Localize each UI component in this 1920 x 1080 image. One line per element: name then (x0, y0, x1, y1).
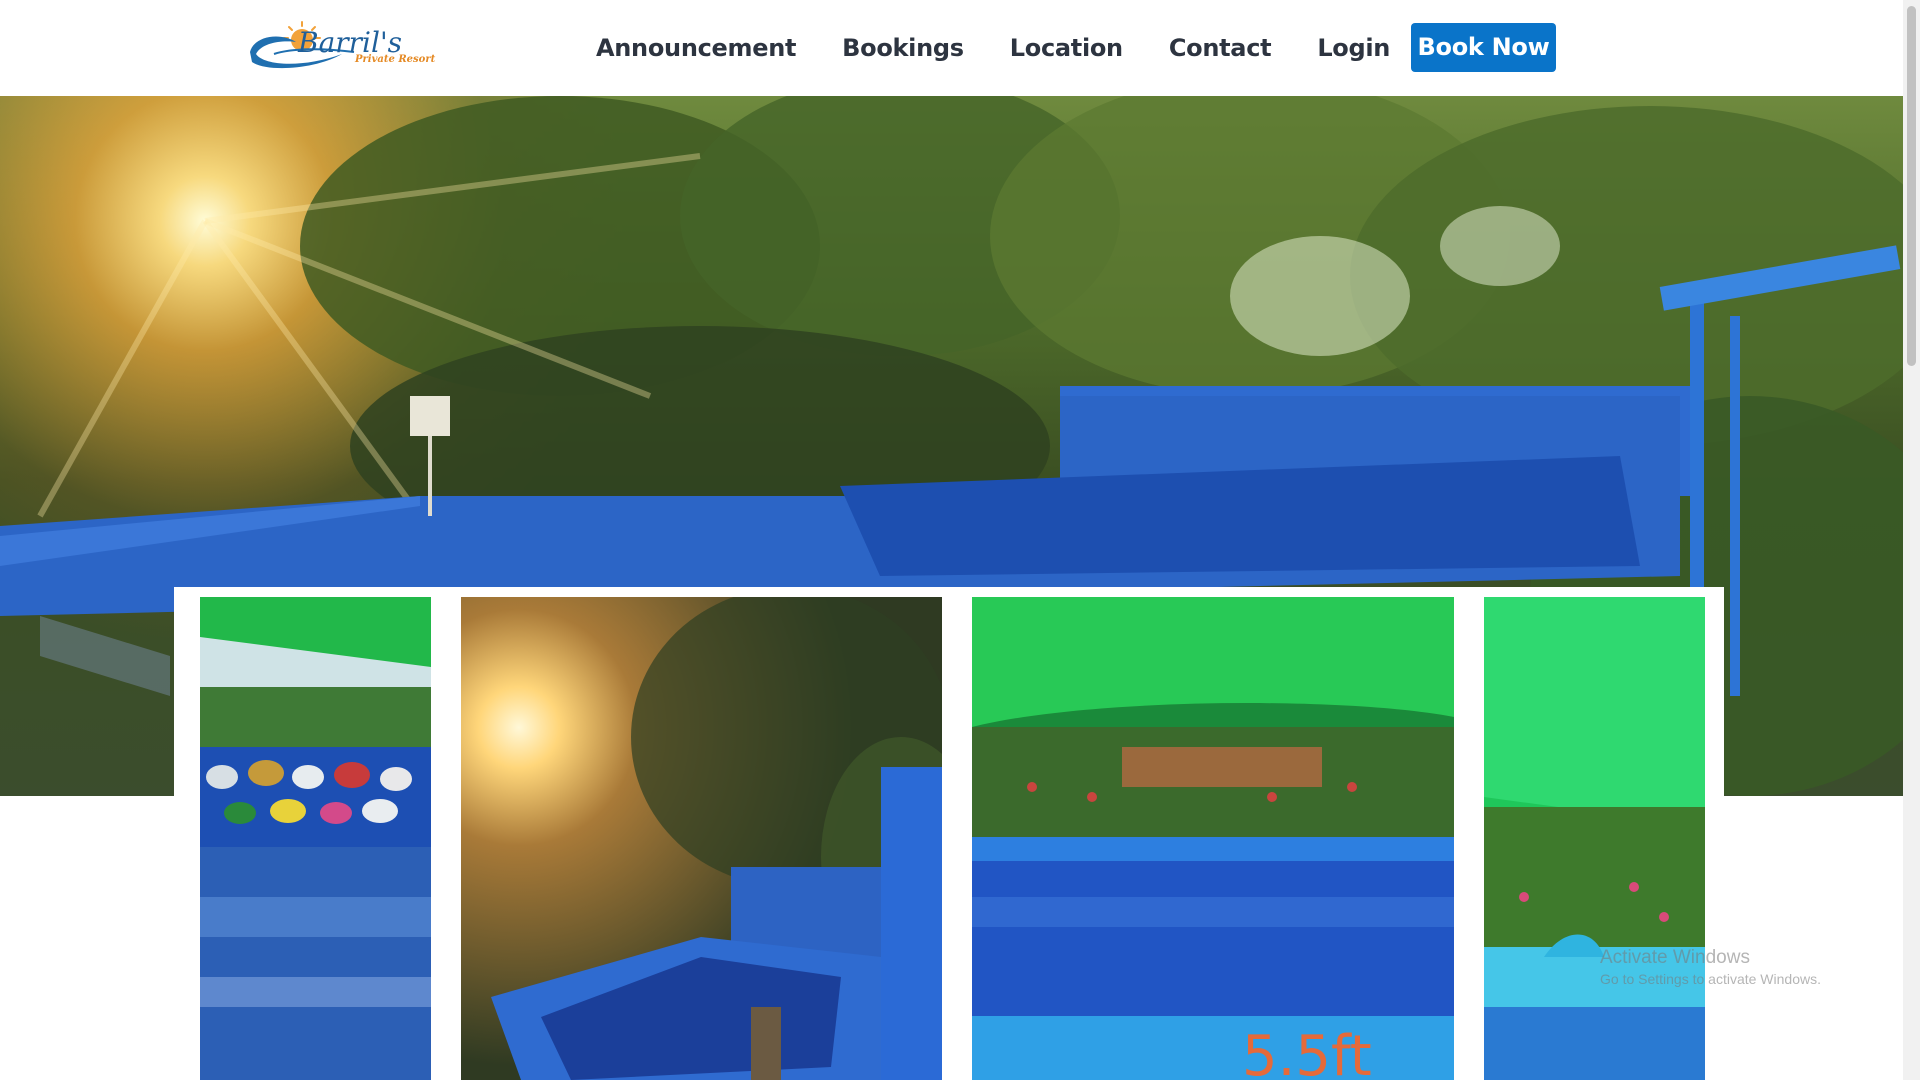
logo-graphic: Barril's (250, 21, 402, 69)
photo-gallery: 5.5ft (174, 587, 1724, 1080)
photo-4-green-canopy (1484, 597, 1705, 1080)
nav-location[interactable]: Location (1010, 28, 1123, 68)
gallery-photo-2[interactable] (461, 597, 942, 1080)
nav-contact[interactable]: Contact (1169, 28, 1272, 68)
resort-logo[interactable]: Barril's Private Resort (244, 18, 440, 74)
logo-tagline: Private Resort (355, 54, 436, 65)
photo-3-shaded-pool: 5.5ft (972, 597, 1454, 1080)
book-now-button[interactable]: Book Now (1411, 23, 1556, 72)
nav-announcement[interactable]: Announcement (596, 28, 796, 68)
gallery-photo-3[interactable]: 5.5ft (972, 597, 1454, 1080)
pool-depth-marking: 5.5ft (1242, 1024, 1372, 1080)
watermark-title: Activate Windows (1600, 947, 1750, 968)
windows-activation-watermark: Activate Windows Go to Settings to activ… (1600, 947, 1821, 987)
photo-2-sunset-pool (461, 597, 942, 1080)
scrollbar-thumb[interactable] (1907, 6, 1916, 366)
site-header: Barril's Private Resort Announcement Boo… (0, 0, 1903, 96)
nav-login[interactable]: Login (1317, 28, 1390, 68)
photo-1-pool-mosaic (200, 597, 431, 1080)
page-scrollbar[interactable] (1903, 0, 1920, 1080)
nav-bookings[interactable]: Bookings (842, 28, 964, 68)
gallery-photo-1[interactable] (200, 597, 431, 1080)
main-nav: Announcement Bookings Location Contact L… (596, 28, 1436, 68)
gallery-photo-4[interactable] (1484, 597, 1705, 1080)
watermark-subtitle: Go to Settings to activate Windows. (1600, 971, 1821, 987)
